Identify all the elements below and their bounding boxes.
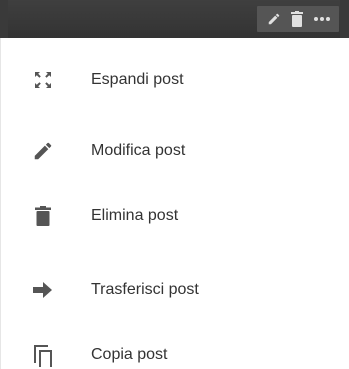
menu-item-expand-post[interactable]: Espandi post xyxy=(1,55,349,105)
copy-icon xyxy=(31,343,55,367)
post-actions-menu: Espandi post Modifica post Elimina post … xyxy=(0,38,349,369)
post-toolbar xyxy=(0,0,349,38)
menu-item-label: Elimina post xyxy=(91,207,179,224)
arrow-right-icon xyxy=(31,278,55,302)
menu-item-label: Espandi post xyxy=(91,71,184,88)
menu-item-label: Trasferisci post xyxy=(91,281,199,298)
post-actions-popup: Espandi post Modifica post Elimina post … xyxy=(0,0,349,369)
trash-icon[interactable] xyxy=(291,11,303,27)
menu-item-transfer-post[interactable]: Trasferisci post xyxy=(1,265,349,315)
menu-item-copy-post[interactable]: Copia post xyxy=(1,330,349,369)
menu-item-label: Copia post xyxy=(91,346,168,363)
expand-icon xyxy=(31,68,55,92)
edit-icon[interactable] xyxy=(267,12,281,26)
menu-item-edit-post[interactable]: Modifica post xyxy=(1,126,349,176)
more-icon[interactable] xyxy=(313,16,331,22)
menu-item-label: Modifica post xyxy=(91,142,186,159)
trash-icon xyxy=(31,204,55,228)
menu-item-delete-post[interactable]: Elimina post xyxy=(1,191,349,241)
post-actions-group xyxy=(257,6,339,32)
pencil-icon xyxy=(31,139,55,163)
